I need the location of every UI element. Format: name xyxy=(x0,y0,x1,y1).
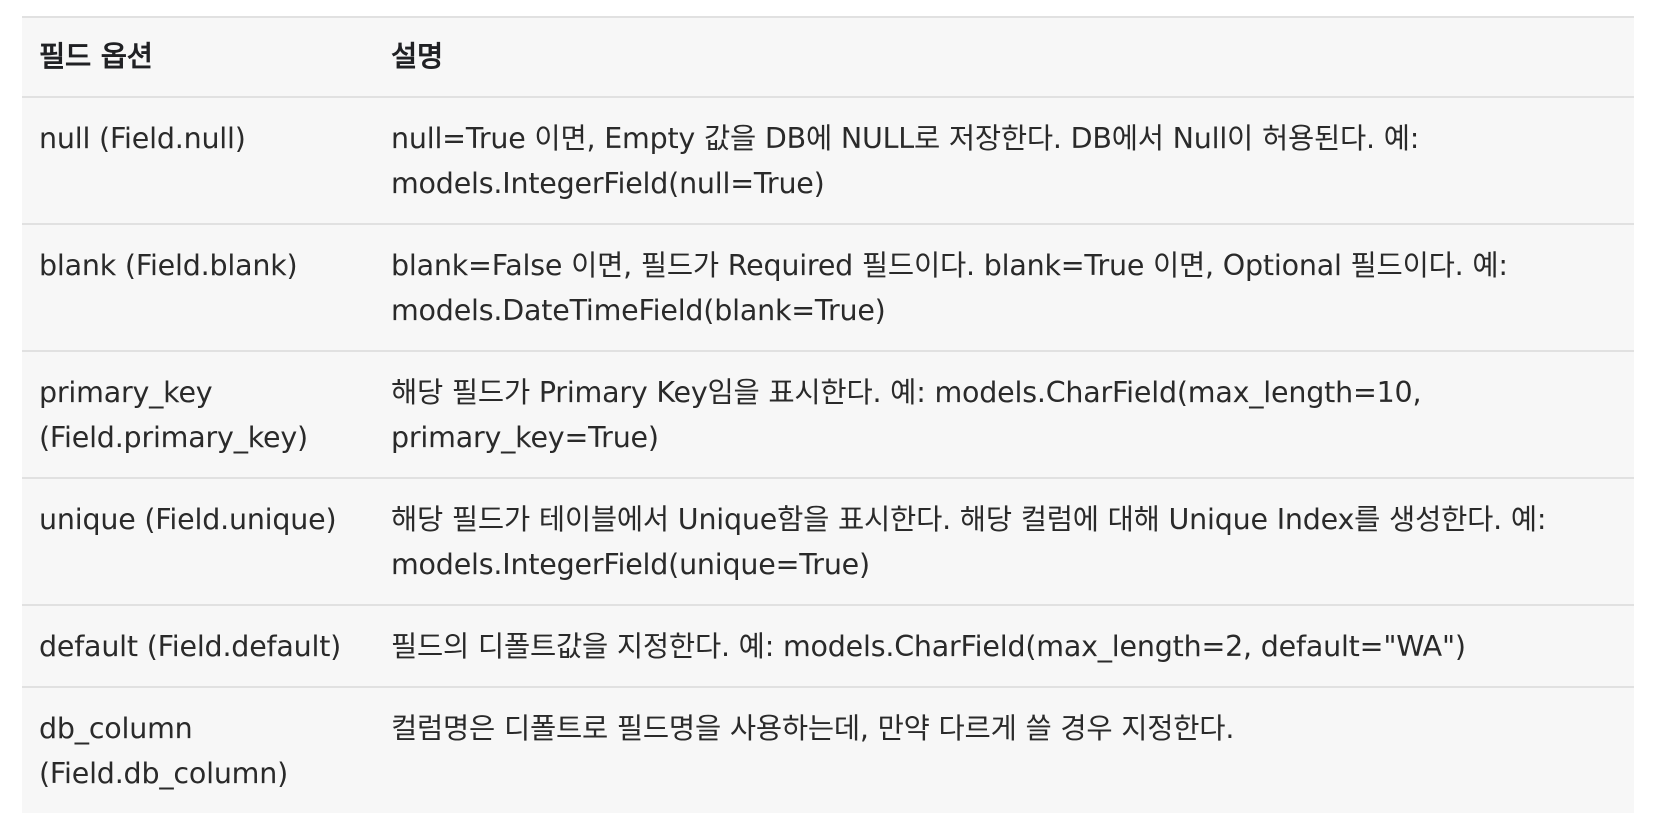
description-cell: 해당 필드가 테이블에서 Unique함을 표시한다. 해당 컬럼에 대해 Un… xyxy=(374,477,1634,605)
column-header-field-option: 필드 옵션 xyxy=(22,16,374,97)
field-option-cell: unique (Field.unique) xyxy=(22,477,374,605)
description-cell: 해당 필드가 Primary Key임을 표시한다. 예: models.Cha… xyxy=(374,350,1634,478)
column-header-description: 설명 xyxy=(374,16,1634,97)
table-row: default (Field.default) 필드의 디폴트값을 지정한다. … xyxy=(22,604,1634,687)
table-header-row: 필드 옵션 설명 xyxy=(22,16,1634,97)
description-cell: blank=False 이면, 필드가 Required 필드이다. blank… xyxy=(374,223,1634,351)
field-option-cell: primary_key (Field.primary_key) xyxy=(22,350,374,478)
table-row: blank (Field.blank) blank=False 이면, 필드가 … xyxy=(22,223,1634,351)
field-option-cell: blank (Field.blank) xyxy=(22,223,374,351)
table-row: null (Field.null) null=True 이면, Empty 값을… xyxy=(22,96,1634,224)
field-options-table: 필드 옵션 설명 null (Field.null) null=True 이면,… xyxy=(22,16,1634,813)
description-cell: 컬럼명은 디폴트로 필드명을 사용하는데, 만약 다르게 쓸 경우 지정한다. xyxy=(374,686,1634,813)
field-option-cell: null (Field.null) xyxy=(22,96,374,224)
field-option-cell: default (Field.default) xyxy=(22,604,374,687)
table-row: primary_key (Field.primary_key) 해당 필드가 P… xyxy=(22,350,1634,478)
description-cell: null=True 이면, Empty 값을 DB에 NULL로 저장한다. D… xyxy=(374,96,1634,224)
description-cell: 필드의 디폴트값을 지정한다. 예: models.CharField(max_… xyxy=(374,604,1634,687)
table-row: db_column (Field.db_column) 컬럼명은 디폴트로 필드… xyxy=(22,686,1634,813)
field-option-cell: db_column (Field.db_column) xyxy=(22,686,374,813)
table-row: unique (Field.unique) 해당 필드가 테이블에서 Uniqu… xyxy=(22,477,1634,605)
